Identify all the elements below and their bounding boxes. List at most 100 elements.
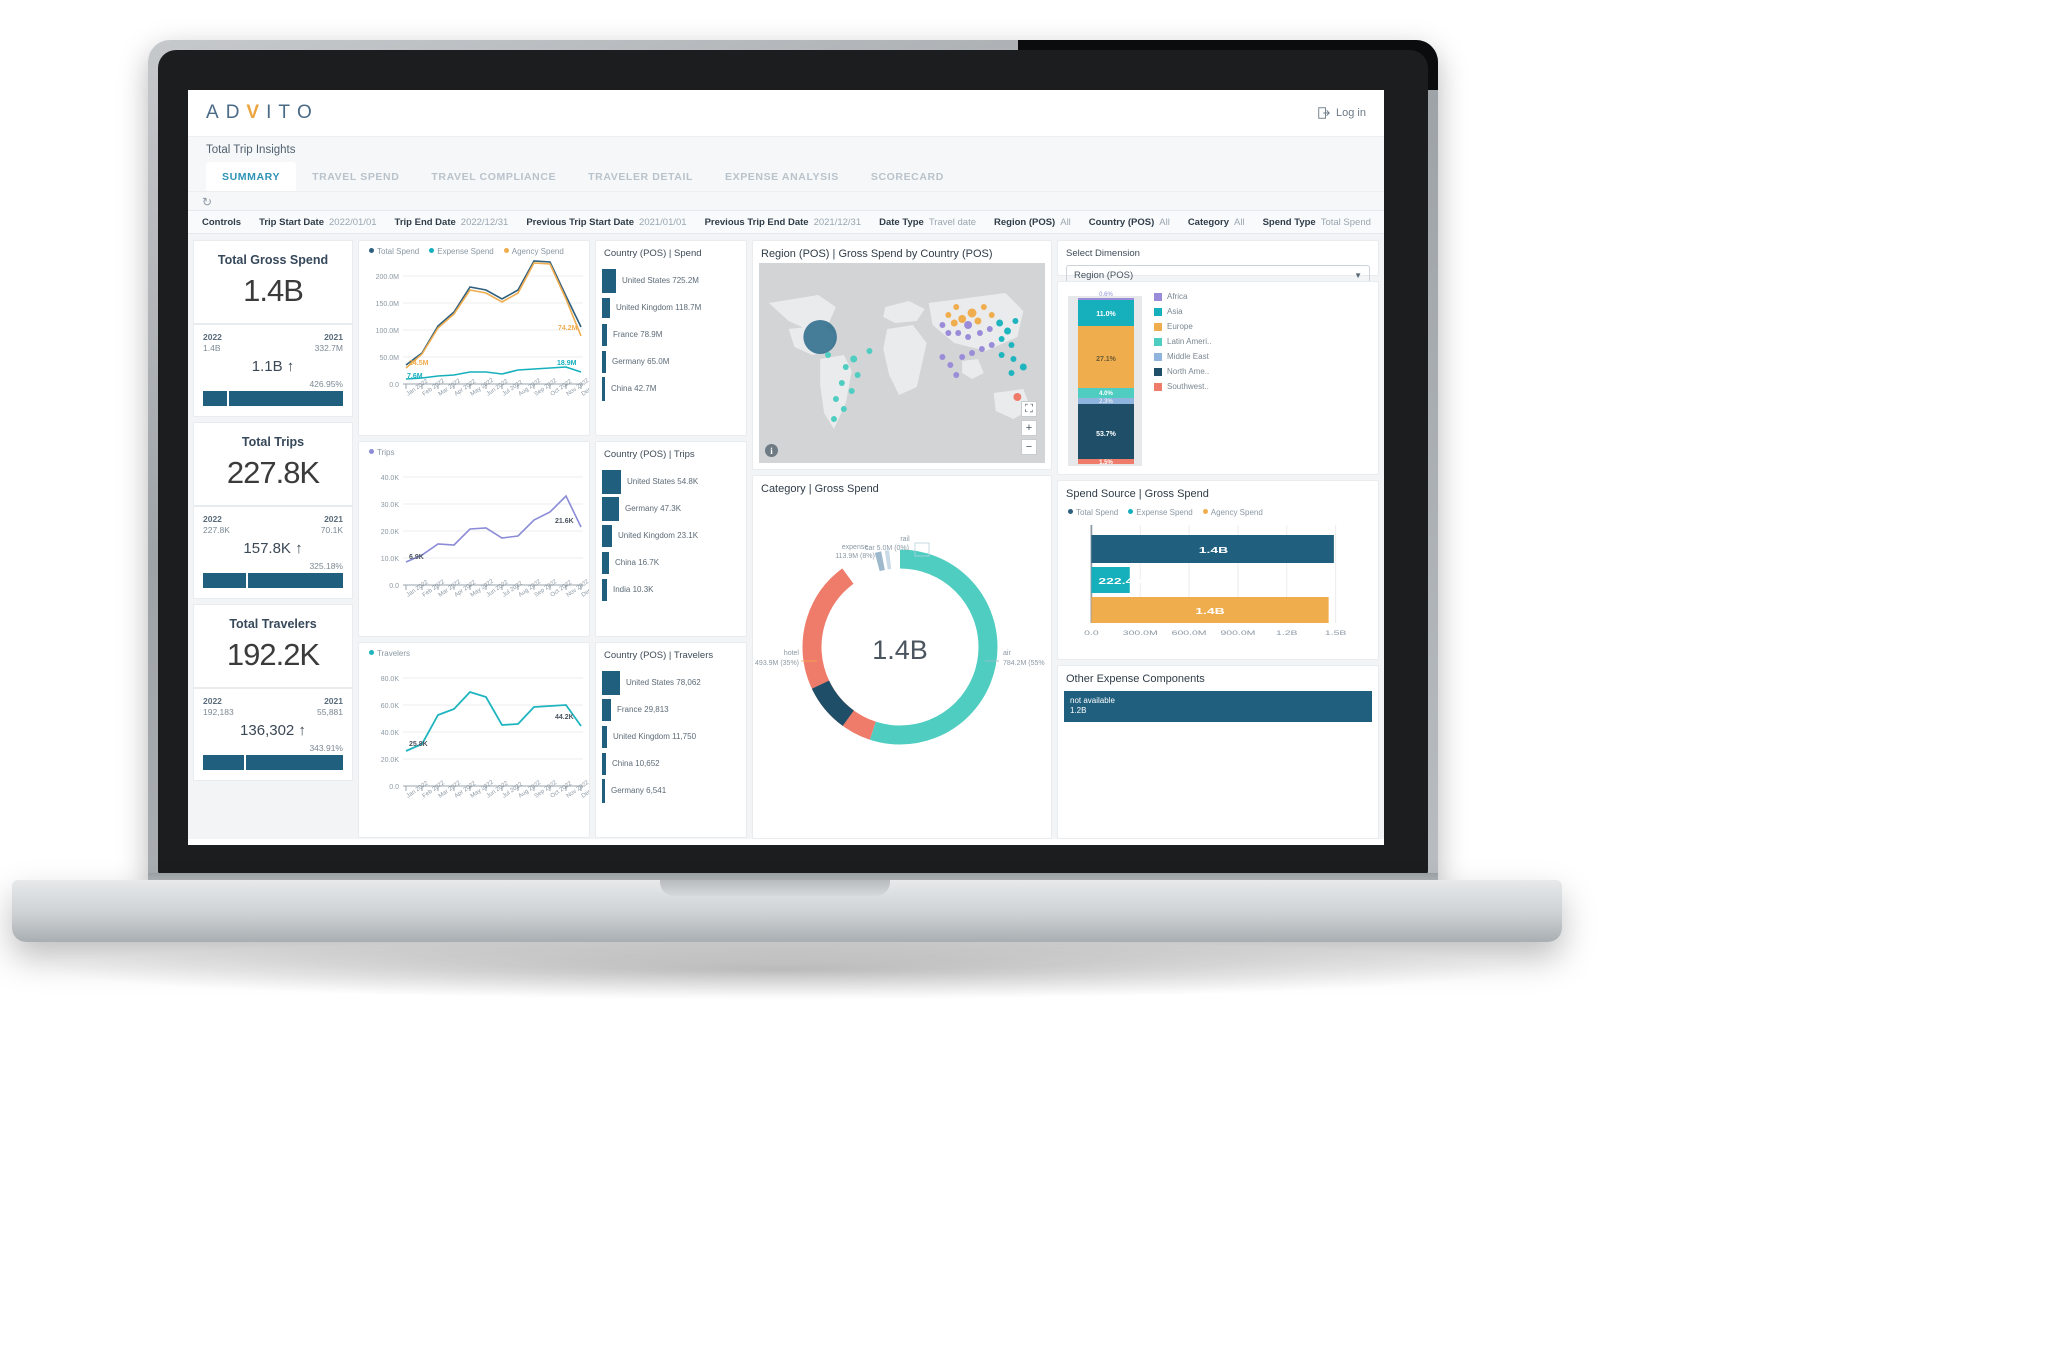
logo-letter-v: V [246,102,264,123]
panel-region-stacked[interactable]: 0.6% 11.0% 27.1% 4.0% 2.3% 53.7% 1.5% Af… [1057,281,1379,475]
zoom-in-button[interactable]: + [1021,420,1037,436]
controls-bar: Controls Trip Start Date 2022/01/01 Trip … [188,210,1384,234]
list-item[interactable]: India 10.3K [596,576,746,603]
panel-country-trips[interactable]: Country (POS) | Trips United States 54.8… [595,441,747,637]
tab-summary[interactable]: SUMMARY [206,162,297,191]
tab-travel-compliance[interactable]: TRAVEL COMPLIANCE [415,162,572,191]
refresh-icon[interactable]: ↻ [202,195,212,209]
tab-traveler-detail[interactable]: TRAVELER DETAIL [572,162,709,191]
kpi-value: 192.2K [226,637,320,672]
tab-expense-analysis[interactable]: EXPENSE ANALYSIS [709,162,855,191]
filter-previous-trip-end-date[interactable]: Previous Trip End Date 2021/12/31 [705,217,862,228]
spend-source-plot: 1.4B 222.4M 1.4B 0.0 300.0M 600.0M 900.0… [1058,517,1378,649]
chart-card-monthly-spend[interactable]: Total Spend Expense Spend Agency Spend 2… [358,240,590,436]
login-button[interactable]: Log in [1318,107,1366,119]
chart-plot-monthly-trips: 40.0K 30.0K 20.0K 10.0K 0.0 6.9K 21.6K J… [359,457,589,629]
logo-letter-o: O [297,102,316,123]
list-item[interactable]: China 16.7K [596,549,746,576]
laptop-base-notch [660,880,890,896]
donut-label-car-name: car 5.0M (0%) [865,545,909,552]
svg-text:44.2K: 44.2K [555,714,574,721]
kpi-headline: Total Gross Spend 1.4B [193,240,353,324]
legend-item-southwest-pacific[interactable]: Southwest.. [1154,382,1211,391]
list-item[interactable]: Germany 47.3K [596,495,746,522]
list-item[interactable]: United Kingdom 118.7M [596,294,746,321]
list-item[interactable]: United Kingdom 23.1K [596,522,746,549]
kpi-card-total-trips[interactable]: Total Trips 227.8K 2022 2021 227.8K 70.1K … [193,422,353,599]
svg-text:18.9M: 18.9M [557,360,577,367]
logo-letter-d: D [225,102,244,123]
kpi-value: 1.4B [243,273,304,308]
legend-item-expense-spend[interactable]: Expense Spend [429,247,494,256]
other-expense-bar-name: not available [1070,696,1115,705]
legend-item-africa[interactable]: Africa [1154,292,1211,301]
info-icon[interactable]: i [765,444,778,457]
filter-trip-start-date[interactable]: Trip Start Date 2022/01/01 [259,217,376,228]
legend-item-total-spend[interactable]: Total Spend [1068,508,1118,517]
legend-item-travelers[interactable]: Travelers [369,649,410,658]
list-item[interactable]: Germany 65.0M [596,348,746,375]
panel-category-donut[interactable]: Category | Gross Spend 1.4B hotel 493.9M… [752,475,1052,839]
list-item[interactable]: France 78.9M [596,321,746,348]
filter-region-pos[interactable]: Region (POS) All [994,217,1071,228]
filter-spend-type[interactable]: Spend Type Total Spend [1263,217,1371,228]
legend-item-agency-spend[interactable]: Agency Spend [503,247,564,256]
kpi-headline: Total Travelers 192.2K [193,604,353,688]
login-label: Log in [1336,107,1366,119]
svg-text:0.0: 0.0 [389,583,399,590]
legend-item-asia[interactable]: Asia [1154,307,1211,316]
svg-text:27.1%: 27.1% [1096,356,1117,363]
legend-item-expense-spend[interactable]: Expense Spend [1128,508,1193,517]
panel-other-expense-components[interactable]: Other Expense Components not available 1… [1057,665,1379,839]
list-item[interactable]: United States 78,062 [596,669,746,696]
list-item[interactable]: China 42.7M [596,375,746,402]
filter-trip-end-date[interactable]: Trip End Date 2022/12/31 [395,217,509,228]
refresh-bar: ↻ [188,191,1384,210]
legend-item-north-america[interactable]: North Ame.. [1154,367,1211,376]
chart-legend-spend: Total Spend Expense Spend Agency Spend [359,241,589,256]
list-item[interactable]: United States 54.8K [596,468,746,495]
list-item[interactable]: United Kingdom 11,750 [596,723,746,750]
panel-country-spend[interactable]: Country (POS) | Spend United States 725.… [595,240,747,436]
svg-text:222.4M: 222.4M [1098,578,1144,586]
list-item[interactable]: United States 725.2M [596,267,746,294]
panel-title: Other Expense Components [1066,673,1205,685]
legend-item-total-spend[interactable]: Total Spend [369,247,419,256]
kpi-card-total-gross-spend[interactable]: Total Gross Spend 1.4B 2022 2021 1.4B 332.… [193,240,353,417]
tab-travel-spend[interactable]: TRAVEL SPEND [296,162,415,191]
filter-category[interactable]: Category All [1188,217,1245,228]
fullscreen-icon[interactable]: ⛶ [1021,401,1037,417]
select-dimension-label: Select Dimension [1066,248,1140,259]
svg-text:53.7%: 53.7% [1096,431,1117,438]
kpi-year-current-value: 192,183 [203,707,234,717]
list-item[interactable]: France 29,813 [596,696,746,723]
chart-card-monthly-travelers[interactable]: Travelers 80.0K 60.0K 40.0K 20.0K 0.0 25… [358,642,590,838]
kpi-card-total-travelers[interactable]: Total Travelers 192.2K 2022 2021 192,183 5… [193,604,353,781]
chart-card-monthly-trips[interactable]: Trips 40.0K 30.0K 20.0K 10.0K 0.0 6.9K 2… [358,441,590,637]
svg-text:2.3%: 2.3% [1099,399,1113,405]
svg-text:20.0K: 20.0K [381,529,400,536]
world-map[interactable]: i ⛶ + − [759,263,1045,463]
legend-item-agency-spend[interactable]: Agency Spend [1202,508,1263,517]
login-icon [1318,107,1330,119]
svg-text:0.0: 0.0 [389,784,399,791]
panel-map[interactable]: Region (POS) | Gross Spend by Country (P… [752,240,1052,470]
tab-scorecard[interactable]: SCORECARD [855,162,960,191]
zoom-out-button[interactable]: − [1021,439,1037,455]
legend-item-europe[interactable]: Europe [1154,322,1211,331]
list-item[interactable]: China 10,652 [596,750,746,777]
panel-spend-source[interactable]: Spend Source | Gross Spend Total Spend E… [1057,480,1379,660]
kpi-progress-bar [203,391,343,406]
kpi-progress-bar [203,573,343,588]
other-expense-bar[interactable]: not available 1.2B [1064,691,1372,722]
list-item[interactable]: Germany 6,541 [596,777,746,804]
kpi-year-current-label: 2022 [203,514,222,524]
panel-country-travelers[interactable]: Country (POS) | Travelers United States … [595,642,747,838]
legend-item-middle-east[interactable]: Middle East [1154,352,1211,361]
panel-title: Spend Source | Gross Spend [1066,488,1209,500]
legend-item-latin-america[interactable]: Latin Ameri.. [1154,337,1211,346]
legend-item-trips[interactable]: Trips [369,448,394,457]
filter-date-type[interactable]: Date Type Travel date [879,217,976,228]
filter-previous-trip-start-date[interactable]: Previous Trip Start Date 2021/01/01 [526,217,686,228]
filter-country-pos[interactable]: Country (POS) All [1089,217,1170,228]
